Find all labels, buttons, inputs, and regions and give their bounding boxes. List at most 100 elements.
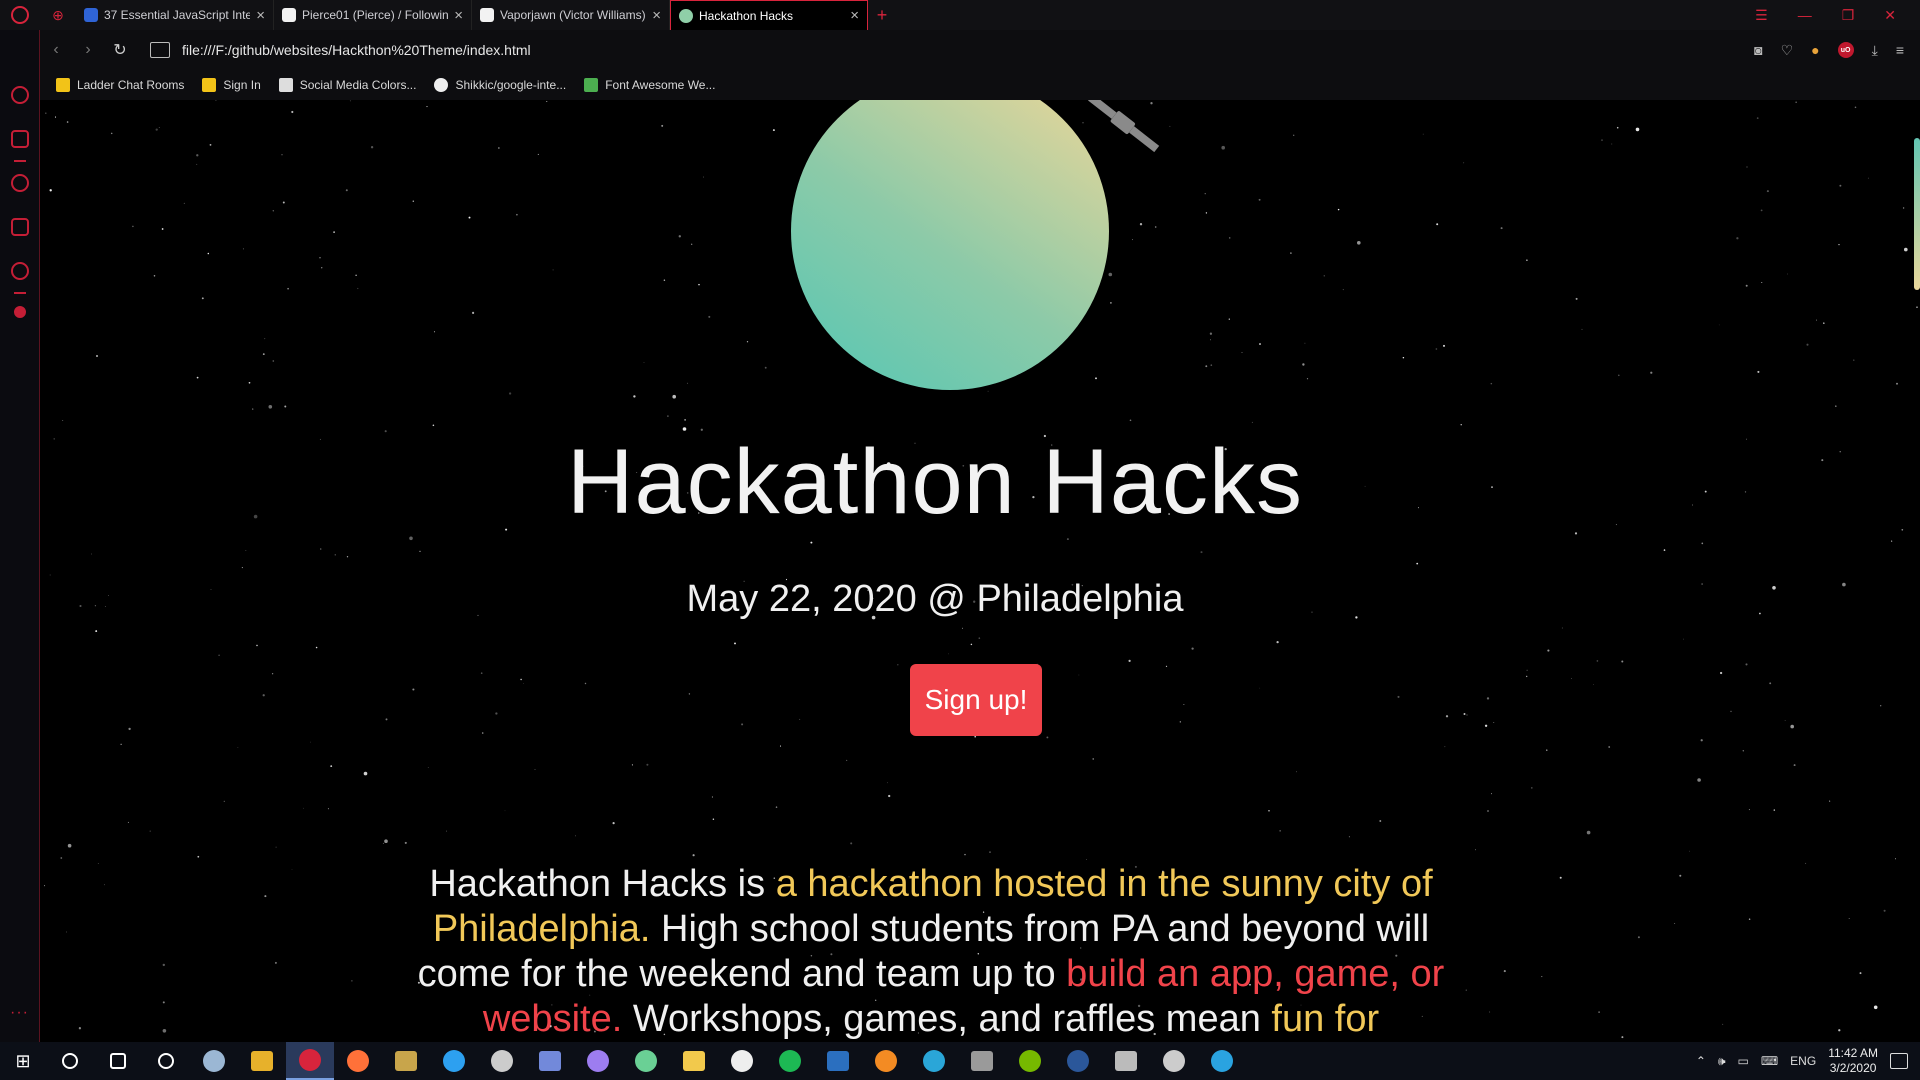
star — [970, 643, 973, 646]
opera-menu-button[interactable] — [0, 0, 40, 30]
star — [291, 110, 294, 114]
nvidia-icon[interactable] — [1006, 1042, 1054, 1080]
close-window-icon[interactable]: ✕ — [1884, 7, 1896, 24]
back-icon[interactable]: ‹ — [40, 41, 72, 59]
close-tab-icon[interactable]: × — [652, 7, 661, 24]
bookmark-heart-icon[interactable]: ♡ — [1781, 42, 1794, 59]
star — [1484, 724, 1488, 727]
close-tab-icon[interactable]: × — [454, 7, 463, 24]
ublock-icon[interactable]: uO — [1837, 42, 1854, 58]
star — [158, 126, 160, 129]
language-indicator[interactable]: ENG — [1790, 1054, 1816, 1068]
bookmark-item[interactable]: Sign In — [202, 78, 261, 92]
download-icon[interactable]: ⤓ — [1872, 42, 1878, 59]
star — [688, 693, 691, 695]
bookmark-item[interactable]: Social Media Colors... — [278, 78, 416, 92]
steam-icon[interactable] — [190, 1042, 238, 1080]
action-center-icon[interactable] — [1890, 1053, 1908, 1069]
tab-favicon-icon — [679, 8, 693, 23]
browser-tab[interactable]: 37 Essential JavaScript Inte × — [76, 0, 274, 30]
firefox-icon[interactable] — [334, 1042, 382, 1080]
cortana-icon[interactable] — [94, 1042, 142, 1080]
dolphin-icon[interactable] — [910, 1042, 958, 1080]
gamepad-icon[interactable]: ⊕ — [40, 0, 76, 30]
tab-menu-icon[interactable]: ☰ — [1755, 7, 1768, 24]
page-scrollbar[interactable] — [1914, 138, 1920, 290]
reload-icon[interactable]: ↻ — [104, 40, 136, 60]
page-info-icon[interactable] — [150, 42, 170, 58]
discord-icon[interactable] — [526, 1042, 574, 1080]
tool-icon[interactable] — [1102, 1042, 1150, 1080]
league-icon[interactable] — [382, 1042, 430, 1080]
star — [468, 216, 471, 219]
star — [1066, 538, 1069, 541]
volume-icon[interactable]: 🕪 — [1718, 1054, 1726, 1069]
fl-studio-icon[interactable] — [862, 1042, 910, 1080]
new-tab-button[interactable]: + — [868, 0, 896, 30]
telegram-icon[interactable] — [1198, 1042, 1246, 1080]
clock[interactable]: 11:42 AM 3/2/2020 — [1828, 1046, 1878, 1076]
history-icon[interactable] — [10, 174, 29, 192]
bookmark-item[interactable]: Font Awesome We... — [584, 78, 715, 92]
star — [162, 1029, 167, 1033]
word-icon[interactable] — [1054, 1042, 1102, 1080]
file-explorer-icon[interactable] — [670, 1042, 718, 1080]
twitch-app-icon[interactable] — [574, 1042, 622, 1080]
ublock-sidebar-icon[interactable] — [13, 306, 26, 318]
star — [1241, 352, 1243, 353]
forward-icon[interactable]: › — [72, 41, 104, 59]
browser-tab[interactable]: Pierce01 (Pierce) / Followin × — [274, 0, 472, 30]
tab-title: Pierce01 (Pierce) / Followin — [302, 8, 449, 22]
restore-icon[interactable]: ❐ — [1842, 7, 1855, 24]
sidebar-more-icon[interactable]: ··· — [10, 1004, 29, 1022]
wolf-icon[interactable] — [958, 1042, 1006, 1080]
browser-tab-active[interactable]: Hackathon Hacks × — [670, 0, 868, 30]
close-tab-icon[interactable]: × — [256, 7, 265, 24]
url-field[interactable]: file:///F:/github/websites/Hackthon%20Th… — [182, 42, 1754, 58]
browser-tab[interactable]: Vaporjawn (Victor Williams) × — [472, 0, 670, 30]
network-icon[interactable]: ▭ — [1738, 1054, 1749, 1068]
screen-icon[interactable] — [1150, 1042, 1198, 1080]
star — [274, 961, 277, 964]
star — [62, 420, 64, 421]
settings-gear-icon[interactable] — [10, 262, 29, 280]
twitch-icon[interactable] — [10, 130, 29, 148]
easy-setup-icon[interactable]: ≡ — [1896, 42, 1904, 58]
tray-chevron-icon[interactable]: ⌃ — [1696, 1054, 1706, 1068]
opera-icon[interactable] — [286, 1042, 334, 1080]
task-view-icon[interactable] — [142, 1042, 190, 1080]
musescore-icon[interactable] — [814, 1042, 862, 1080]
star — [1526, 675, 1528, 678]
extension-icon[interactable]: ● — [1811, 42, 1819, 58]
star — [78, 1027, 82, 1030]
star — [1304, 342, 1306, 344]
star — [1154, 226, 1157, 228]
bookmark-item[interactable]: Shikkic/google-inte... — [434, 78, 566, 92]
star — [128, 727, 131, 731]
itunes-icon[interactable] — [718, 1042, 766, 1080]
sign-up-button[interactable]: Sign up! — [910, 664, 1042, 736]
bookmark-item[interactable]: Ladder Chat Rooms — [56, 78, 184, 92]
star — [480, 672, 483, 674]
close-tab-icon[interactable]: × — [850, 7, 859, 24]
speed-dial-icon[interactable] — [10, 86, 29, 104]
star — [1790, 724, 1794, 729]
star — [1586, 830, 1591, 835]
minimize-icon[interactable]: — — [1798, 7, 1812, 23]
spotify-icon[interactable] — [766, 1042, 814, 1080]
star — [1596, 660, 1599, 662]
star — [1608, 746, 1611, 748]
extensions-cube-icon[interactable] — [10, 218, 29, 236]
snapshot-icon[interactable]: ◙ — [1754, 42, 1762, 58]
search-icon[interactable] — [46, 1042, 94, 1080]
xbox-icon[interactable] — [622, 1042, 670, 1080]
chrome-icon[interactable] — [238, 1042, 286, 1080]
keyboard-icon[interactable]: ⌨ — [1761, 1054, 1778, 1068]
star — [584, 682, 587, 685]
windows-start-icon[interactable]: ⊞ — [0, 1051, 46, 1072]
star — [1761, 282, 1763, 283]
star — [49, 189, 52, 192]
star — [1489, 1011, 1491, 1013]
obs-icon[interactable] — [478, 1042, 526, 1080]
photoshop-icon[interactable] — [430, 1042, 478, 1080]
